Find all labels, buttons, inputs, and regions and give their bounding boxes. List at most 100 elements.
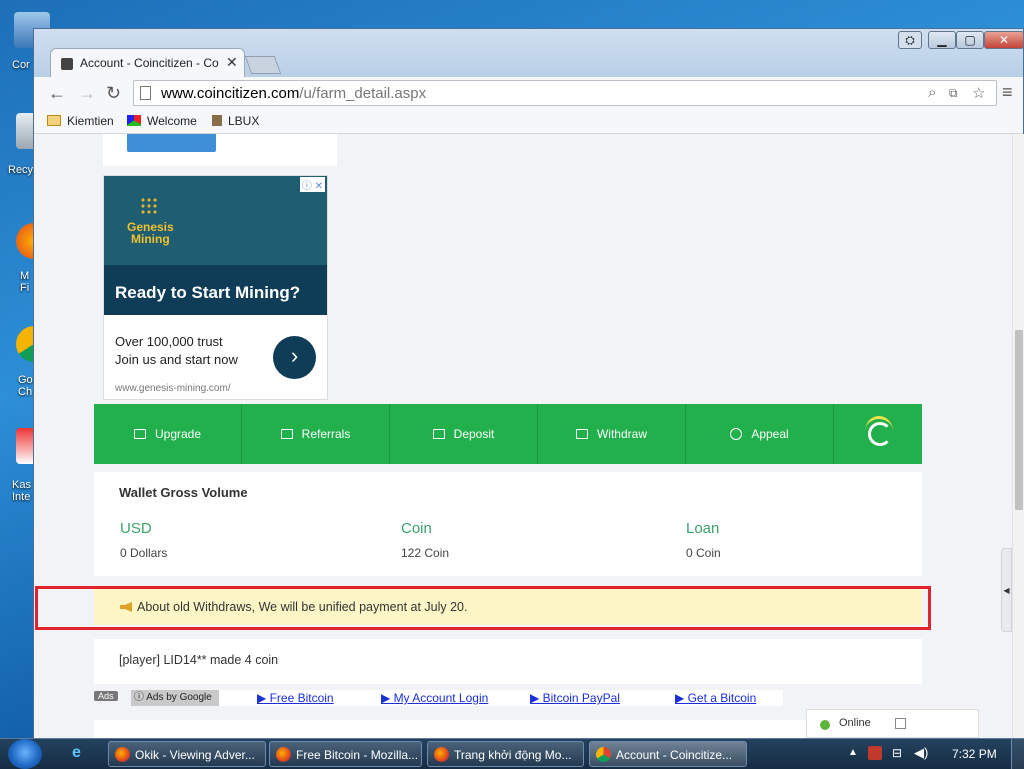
ads-by-google-label: Ads by Google (146, 692, 212, 703)
browser-window: Account - Coincitizen - Co ✕ ⛭ ▁ ▢ ✕ ← →… (33, 28, 1024, 738)
task-title: Okik - Viewing Adver... (135, 748, 255, 762)
url-domain: www.coincitizen.com (161, 85, 300, 102)
ad-link-bitcoin-paypal[interactable]: ▶ Bitcoin PayPal (530, 691, 620, 705)
task-title: Trang khởi động Mo... (454, 748, 572, 762)
ad-arrow-button[interactable]: › (273, 336, 316, 379)
ad-link-my-account-login[interactable]: ▶ My Account Login (381, 691, 488, 705)
firefox-icon (115, 747, 130, 762)
start-button[interactable] (8, 739, 42, 769)
lower-card (94, 720, 922, 738)
taskbar-item-trang-khoi-dong[interactable]: Trang khởi động Mo... (427, 741, 584, 767)
taskbar: e Okik - Viewing Adver... Free Bitcoin -… (0, 738, 1024, 769)
feed-item: [player] LID14** made 4 coin (119, 653, 279, 667)
wallet-col-value: 122 Coin (401, 546, 450, 560)
wallet-col-label: Coin (401, 520, 432, 537)
bookmark-label: Kiemtien (67, 114, 114, 128)
ad-body-line2: Join us and start now (115, 352, 238, 367)
contact-card (103, 134, 337, 166)
contact-button[interactable] (127, 134, 216, 152)
welcome-favicon-icon (127, 115, 141, 126)
nav-upgrade[interactable]: Upgrade (94, 404, 242, 464)
show-desktop-button[interactable] (1011, 739, 1024, 769)
new-tab-button[interactable] (244, 56, 282, 74)
genesis-logo-icon (140, 197, 158, 215)
bookmark-welcome[interactable]: Welcome (127, 114, 197, 128)
bookmark-lbux[interactable]: LBUX (212, 114, 259, 128)
desktop-label-go: Go Ch (18, 374, 33, 398)
title-bar: Account - Coincitizen - Co ✕ ⛭ ▁ ▢ ✕ (34, 29, 1024, 78)
wallet-col-label: USD (120, 520, 152, 537)
ad-link-get-a-bitcoin[interactable]: ▶ Get a Bitcoin (675, 691, 756, 705)
appeal-icon (730, 428, 743, 440)
ad-headline: Ready to Start Mining? (115, 283, 301, 302)
menu-icon[interactable]: ≡ (1002, 82, 1013, 103)
forward-icon[interactable]: → (78, 83, 96, 104)
exit-icon[interactable] (895, 718, 906, 729)
desktop-label-recycle: Recy (8, 164, 34, 176)
vertical-scrollbar[interactable] (1012, 134, 1024, 738)
star-icon[interactable]: ☆ (972, 84, 985, 102)
taskbar-item-okik[interactable]: Okik - Viewing Adver... (108, 741, 266, 767)
tray-expand-icon[interactable]: ▲ (848, 747, 858, 758)
adchoices-icon[interactable]: ⓘ ✕ (299, 177, 325, 192)
address-bar[interactable]: www.coincitizen.com/u/farm_detail.aspx ⌕… (133, 80, 997, 106)
reload-icon[interactable]: ↻ (106, 83, 121, 104)
side-panel-toggle[interactable]: ◀ (1001, 548, 1012, 632)
bookmark-kiemtien[interactable]: Kiemtien (47, 114, 114, 128)
wallet-coin: Coin 122 Coin (401, 520, 449, 560)
page-icon (140, 86, 151, 100)
nav-withdraw[interactable]: Withdraw (538, 404, 686, 464)
ads-by-google[interactable]: ⓘ Ads by Google (131, 690, 222, 706)
translate-icon[interactable]: ⧉ (949, 86, 958, 101)
withdraw-icon (575, 429, 588, 439)
bookmark-label: Welcome (147, 114, 197, 128)
referrals-icon (280, 429, 293, 439)
tab-close-icon[interactable]: ✕ (226, 54, 238, 71)
task-title: Free Bitcoin - Mozilla... (296, 748, 419, 762)
wallet-loan: Loan 0 Coin (686, 520, 721, 560)
firefox-icon (276, 747, 291, 762)
chrome-icon (596, 747, 611, 762)
close-window-button[interactable]: ✕ (984, 31, 1024, 49)
taskbar-item-account-coincitizen[interactable]: Account - Coincitize... (589, 741, 747, 767)
nav-label: Referrals (301, 427, 351, 441)
url-text[interactable]: www.coincitizen.com/u/farm_detail.aspx (161, 85, 426, 102)
network-icon[interactable]: ⊟ (892, 746, 902, 760)
activity-feed: [player] LID14** made 4 coin (94, 639, 922, 684)
minimize-button[interactable]: ▁ (928, 31, 956, 49)
genesis-mining-ad[interactable]: Genesis Mining ⓘ ✕ Ready to Start Mining?… (103, 175, 328, 400)
deposit-icon (432, 429, 445, 439)
highlight-box (35, 586, 931, 630)
wallet-card: Wallet Gross Volume USD 0 Dollars Coin 1… (94, 472, 922, 576)
taskbar-item-free-bitcoin[interactable]: Free Bitcoin - Mozilla... (269, 741, 422, 767)
ad-link-free-bitcoin[interactable]: ▶ Free Bitcoin (257, 691, 334, 705)
bookmark-label: LBUX (228, 114, 260, 128)
nav-label: Appeal (751, 427, 789, 441)
ads-badge: Ads (94, 691, 118, 701)
nav-label: Upgrade (154, 427, 202, 441)
task-title: Account - Coincitize... (616, 748, 733, 762)
wallet-col-label: Loan (686, 520, 720, 537)
volume-icon[interactable]: ◀) (914, 745, 928, 761)
nav-deposit[interactable]: Deposit (390, 404, 538, 464)
maximize-button[interactable]: ▢ (956, 31, 984, 49)
online-status-icon (820, 720, 830, 730)
nav-appeal[interactable]: Appeal (686, 404, 834, 464)
zoom-icon[interactable]: ⌕ (928, 84, 936, 101)
nav-logo[interactable] (834, 404, 926, 464)
wallet-title: Wallet Gross Volume (119, 485, 248, 500)
tray-app-icon[interactable] (868, 746, 882, 760)
nav-referrals[interactable]: Referrals (242, 404, 390, 464)
ad-site-url: www.genesis-mining.com/ (115, 383, 231, 394)
tab-account-coincitizen[interactable]: Account - Coincitizen - Co ✕ (50, 48, 245, 78)
chat-status-widget[interactable]: Online (806, 709, 979, 738)
desktop-label-computer: Cor (12, 59, 30, 71)
back-icon[interactable]: ← (48, 83, 66, 104)
profile-button[interactable]: ⛭ (898, 31, 922, 49)
clock[interactable]: 7:32 PM (952, 747, 997, 761)
firefox-icon (434, 747, 449, 762)
ad-body-line1: Over 100,000 trust (115, 334, 223, 349)
scrollbar-thumb[interactable] (1015, 330, 1023, 510)
system-tray: ▲ ⊟ ◀) 7:32 PM (840, 739, 1024, 769)
internet-explorer-icon[interactable]: e (72, 744, 81, 762)
